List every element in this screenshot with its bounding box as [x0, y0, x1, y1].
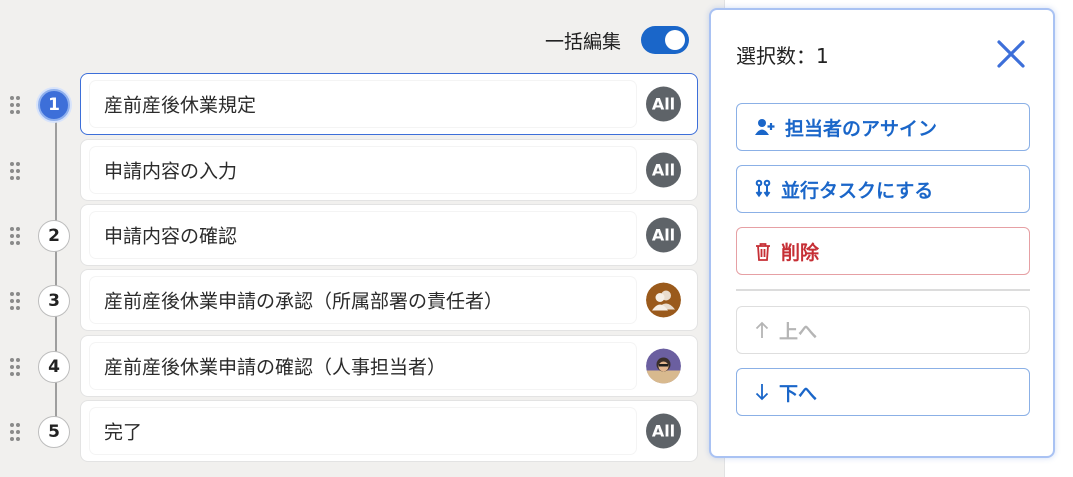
- step-title: 完了: [104, 421, 143, 444]
- close-icon[interactable]: [995, 38, 1027, 70]
- step-card[interactable]: 申請内容の確認 All: [80, 204, 698, 266]
- drag-handle-icon[interactable]: [9, 357, 21, 377]
- drag-handle-icon[interactable]: [9, 226, 21, 246]
- step-card[interactable]: 申請内容の入力 All: [80, 139, 698, 201]
- bulk-edit-label: 一括編集: [545, 30, 622, 53]
- step-row[interactable]: 2 申請内容の確認 All: [0, 204, 700, 268]
- step-number: 5: [38, 416, 70, 448]
- step-row[interactable]: 5 完了 All: [0, 400, 700, 464]
- step-title: 申請内容の確認: [104, 225, 238, 248]
- step-title-field[interactable]: 申請内容の入力: [90, 147, 636, 193]
- arrow-down-icon: [755, 383, 769, 401]
- step-card[interactable]: 産前産後休業申請の確認（人事担当者）: [80, 335, 698, 397]
- step-number: 2: [38, 220, 70, 252]
- step-title-field[interactable]: 産前産後休業規定: [90, 81, 636, 127]
- step-title: 申請内容の入力: [104, 160, 238, 183]
- group-avatar[interactable]: [646, 282, 681, 318]
- step-number: 1: [38, 89, 70, 121]
- step-title: 産前産後休業規定: [104, 94, 257, 117]
- selection-count: 選択数：1: [736, 44, 829, 68]
- delete-button-label: 削除: [781, 241, 820, 264]
- step-row[interactable]: 1 産前産後休業規定 All: [0, 73, 700, 137]
- step-card[interactable]: 産前産後休業申請の承認（所属部署の責任者）: [80, 269, 698, 331]
- step-title: 産前産後休業申請の承認（所属部署の責任者）: [104, 290, 504, 313]
- assignee-badge[interactable]: All: [646, 152, 681, 188]
- trash-icon: [755, 242, 771, 261]
- delete-button[interactable]: 削除: [736, 227, 1030, 275]
- step-row[interactable]: 4 産前産後休業申請の確認（人事担当者）: [0, 335, 700, 399]
- step-number: 4: [38, 351, 70, 383]
- drag-handle-icon[interactable]: [9, 95, 21, 115]
- step-card[interactable]: 完了 All: [80, 400, 698, 462]
- move-down-button[interactable]: 下へ: [736, 368, 1030, 416]
- step-row[interactable]: 申請内容の入力 All: [0, 139, 700, 203]
- user-plus-icon: [755, 118, 775, 136]
- divider: [736, 289, 1030, 291]
- drag-handle-icon[interactable]: [9, 422, 21, 442]
- step-title-field[interactable]: 産前産後休業申請の承認（所属部署の責任者）: [90, 277, 636, 323]
- step-number: 3: [38, 285, 70, 317]
- step-title-field[interactable]: 完了: [90, 408, 636, 454]
- assign-button-label: 担当者のアサイン: [785, 117, 938, 140]
- parallel-task-button[interactable]: 並行タスクにする: [736, 165, 1030, 213]
- step-row[interactable]: 3 産前産後休業申請の承認（所属部署の責任者）: [0, 269, 700, 333]
- bulk-edit: 一括編集: [545, 26, 690, 54]
- drag-handle-icon[interactable]: [9, 161, 21, 181]
- move-up-button[interactable]: 上へ: [736, 306, 1030, 354]
- bulk-edit-toggle[interactable]: [641, 26, 690, 54]
- move-down-button-label: 下へ: [779, 382, 818, 405]
- assignee-badge[interactable]: All: [646, 217, 681, 253]
- step-title-field[interactable]: 申請内容の確認: [90, 212, 636, 258]
- step-title: 産前産後休業申請の確認（人事担当者）: [104, 356, 447, 379]
- selection-panel: 選択数：1 担当者のアサイン 並行タスクにする 削除 上へ 下へ: [709, 8, 1055, 458]
- arrow-up-icon: [755, 321, 769, 339]
- assignee-badge[interactable]: All: [646, 413, 681, 449]
- step-title-field[interactable]: 産前産後休業申請の確認（人事担当者）: [90, 343, 636, 389]
- parallel-task-button-label: 並行タスクにする: [781, 179, 934, 202]
- drag-handle-icon[interactable]: [9, 291, 21, 311]
- step-card[interactable]: 産前産後休業規定 All: [80, 73, 698, 135]
- move-up-button-label: 上へ: [779, 320, 818, 343]
- toggle-knob: [665, 30, 686, 50]
- assign-button[interactable]: 担当者のアサイン: [736, 103, 1030, 151]
- assignee-badge[interactable]: All: [646, 86, 681, 122]
- user-photo-avatar[interactable]: [646, 348, 681, 384]
- parallel-icon: [755, 179, 771, 199]
